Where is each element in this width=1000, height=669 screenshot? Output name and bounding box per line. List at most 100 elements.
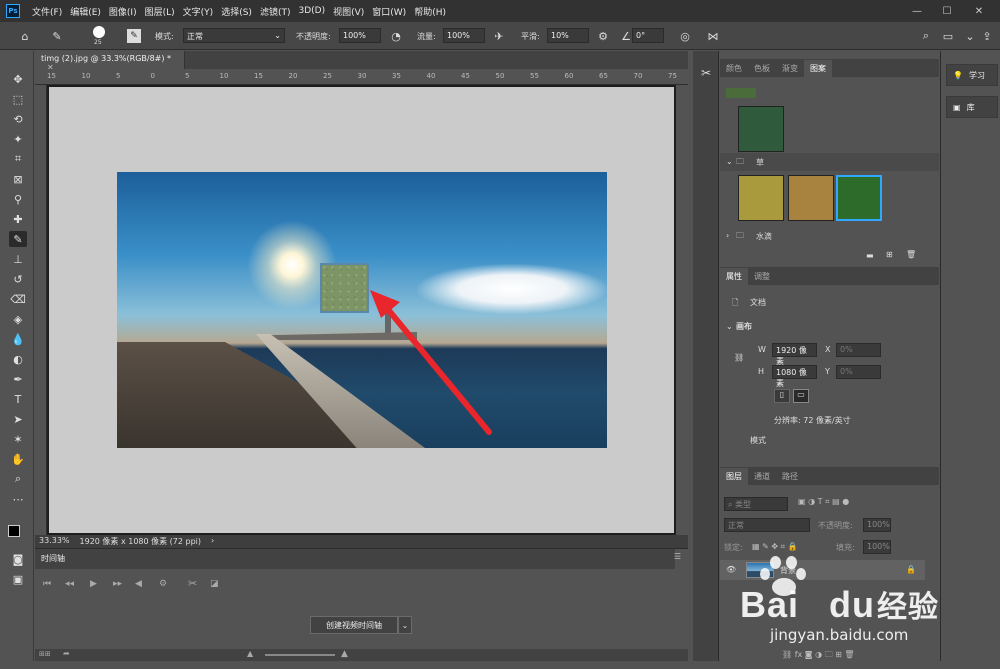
gear-icon[interactable]: ⚙ [596, 29, 610, 43]
split-icon[interactable]: ✂ [188, 577, 197, 590]
type-tool-icon[interactable]: T [9, 391, 27, 407]
eraser-tool-icon[interactable]: ⌫ [9, 291, 27, 307]
menu-edit[interactable]: 编辑(E) [66, 5, 105, 18]
transition-icon[interactable]: ◪ [210, 579, 219, 589]
chevron-down-icon[interactable]: ⌄ [726, 322, 733, 331]
marquee-tool-icon[interactable]: ⬚ [9, 91, 27, 107]
pattern-swatch-grass-3[interactable] [836, 175, 882, 221]
symmetry-icon[interactable]: ⋈ [706, 29, 720, 43]
chevron-down-icon[interactable]: ⌄ [963, 29, 977, 43]
brush-preset-icon[interactable]: ✎ [50, 29, 64, 43]
shape-tool-icon[interactable]: ✶ [9, 431, 27, 447]
audio-icon[interactable]: ◀ [135, 579, 142, 589]
angle-input[interactable]: 0° [632, 28, 664, 43]
tab-properties[interactable]: 属性 [720, 268, 748, 285]
healing-tool-icon[interactable]: ✚ [9, 211, 27, 227]
panel-menu-icon[interactable]: ☰ [674, 552, 681, 561]
landscape-icon[interactable]: ▭ [793, 389, 809, 403]
eyedropper-tool-icon[interactable]: ⚲ [9, 191, 27, 207]
search-icon[interactable]: ⌕ [919, 29, 933, 43]
tab-gradient[interactable]: 渐变 [776, 60, 804, 77]
tab-paths[interactable]: 路径 [776, 468, 804, 485]
zoom-tool-icon[interactable]: ⌕ [9, 471, 27, 487]
zoom-level[interactable]: 33.33% [39, 536, 70, 547]
blur-tool-icon[interactable]: 💧 [9, 331, 27, 347]
share-icon[interactable]: ⇪ [980, 29, 994, 43]
zoom-in-icon[interactable]: ▲ [341, 649, 348, 659]
pattern-swatch[interactable] [738, 106, 784, 152]
height-field[interactable]: 1080 像素 [772, 365, 817, 388]
foreground-color-swatch[interactable] [8, 525, 20, 537]
layer-opacity-field[interactable]: 100% [863, 518, 891, 532]
zoom-out-icon[interactable]: ▲ [247, 649, 253, 658]
portrait-icon[interactable]: ▯ [774, 389, 790, 403]
tab-layers[interactable]: 图层 [720, 468, 748, 485]
bucket-tool-icon[interactable]: ◈ [9, 311, 27, 327]
brush-tool-icon[interactable]: ✎ [9, 231, 27, 247]
maximize-button[interactable]: ☐ [932, 3, 962, 19]
play-icon[interactable]: ▶ [90, 579, 97, 589]
brush-settings-icon[interactable]: ✎ [127, 29, 141, 43]
opacity-input[interactable]: 100% [339, 28, 381, 43]
smooth-input[interactable]: 10% [547, 28, 589, 43]
magic-wand-tool-icon[interactable]: ✦ [9, 131, 27, 147]
tab-color[interactable]: 颜色 [720, 60, 748, 77]
menu-help[interactable]: 帮助(H) [410, 5, 450, 18]
eye-icon[interactable]: 👁 [726, 565, 736, 574]
menu-view[interactable]: 视图(V) [329, 5, 368, 18]
x-field[interactable]: 0% [836, 343, 881, 357]
mode-select[interactable]: 正常 ⌄ [183, 28, 285, 43]
more-tools-icon[interactable]: ⋯ [9, 491, 27, 507]
dragged-pattern-thumbnail[interactable] [320, 263, 369, 313]
menu-select[interactable]: 选择(S) [217, 5, 256, 18]
menu-file[interactable]: 文件(F) [28, 5, 66, 18]
hand-tool-icon[interactable]: ✋ [9, 451, 27, 467]
fill-field[interactable]: 100% [863, 540, 891, 554]
pattern-group-grass[interactable]: ⌄ 🗀 草 [720, 153, 939, 171]
screen-mode-icon[interactable]: ▣ [9, 571, 27, 587]
create-video-timeline-button[interactable]: 创建视频时间轴 [310, 616, 398, 634]
close-button[interactable]: ✕ [964, 3, 994, 19]
y-field[interactable]: 0% [836, 365, 881, 379]
menu-layer[interactable]: 图层(L) [141, 5, 179, 18]
settings-icon[interactable]: ⚙ [159, 579, 167, 589]
menu-window[interactable]: 窗口(W) [368, 5, 410, 18]
timeline-tab-label[interactable]: 时间轴 [41, 554, 65, 563]
first-frame-icon[interactable]: ⏮ [43, 579, 51, 589]
pattern-group-waterdrop[interactable]: › 🗀 水滴 [720, 227, 939, 245]
lock-icons[interactable]: ▦ ✎ ✥ ⌗ 🔒 [752, 542, 798, 552]
pattern-swatch-grass-1[interactable] [738, 175, 784, 221]
pressure-opacity-icon[interactable]: ◔ [389, 29, 403, 43]
dodge-tool-icon[interactable]: ◐ [9, 351, 27, 367]
pen-tool-icon[interactable]: ✒ [9, 371, 27, 387]
next-frame-icon[interactable]: ▸▸ [113, 579, 122, 589]
frame-tool-icon[interactable]: ⊠ [9, 171, 27, 187]
new-group-icon[interactable]: ▬ [866, 251, 874, 260]
brush-tip-icon[interactable] [93, 26, 105, 38]
menu-3d[interactable]: 3D(D) [294, 6, 329, 16]
recent-patterns[interactable] [726, 88, 756, 98]
chevron-down-icon[interactable]: ⌄ [398, 616, 412, 634]
menu-type[interactable]: 文字(Y) [179, 5, 218, 18]
stamp-tool-icon[interactable]: ⊥ [9, 251, 27, 267]
link-icon[interactable]: ⛓ [734, 353, 744, 362]
tab-channels[interactable]: 通道 [748, 468, 776, 485]
layer-filter-select[interactable]: ⌕ 类型 [724, 497, 788, 511]
document-info[interactable]: 1920 像素 x 1080 像素 (72 ppi) [80, 536, 202, 547]
width-field[interactable]: 1920 像素 [772, 343, 817, 366]
move-tool-icon[interactable]: ✥ [9, 71, 27, 87]
workspace-icon[interactable]: ▭ [941, 29, 955, 43]
blend-mode-select[interactable]: 正常 [724, 518, 810, 532]
learn-button[interactable]: 💡 学习 [946, 64, 998, 86]
tools-scissors-icon[interactable]: ✂ [698, 65, 714, 81]
render-icon[interactable]: ➦ [63, 649, 70, 658]
zoom-slider[interactable] [265, 654, 335, 656]
minimize-button[interactable]: — [902, 3, 932, 19]
home-icon[interactable]: ⌂ [18, 29, 32, 43]
lasso-tool-icon[interactable]: ⟲ [9, 111, 27, 127]
path-select-tool-icon[interactable]: ➤ [9, 411, 27, 427]
history-brush-tool-icon[interactable]: ↺ [9, 271, 27, 287]
chevron-right-icon[interactable]: › [211, 536, 214, 547]
frame-rate-icon[interactable]: ⊞⊞ [39, 650, 51, 658]
pattern-swatch-grass-2[interactable] [788, 175, 834, 221]
